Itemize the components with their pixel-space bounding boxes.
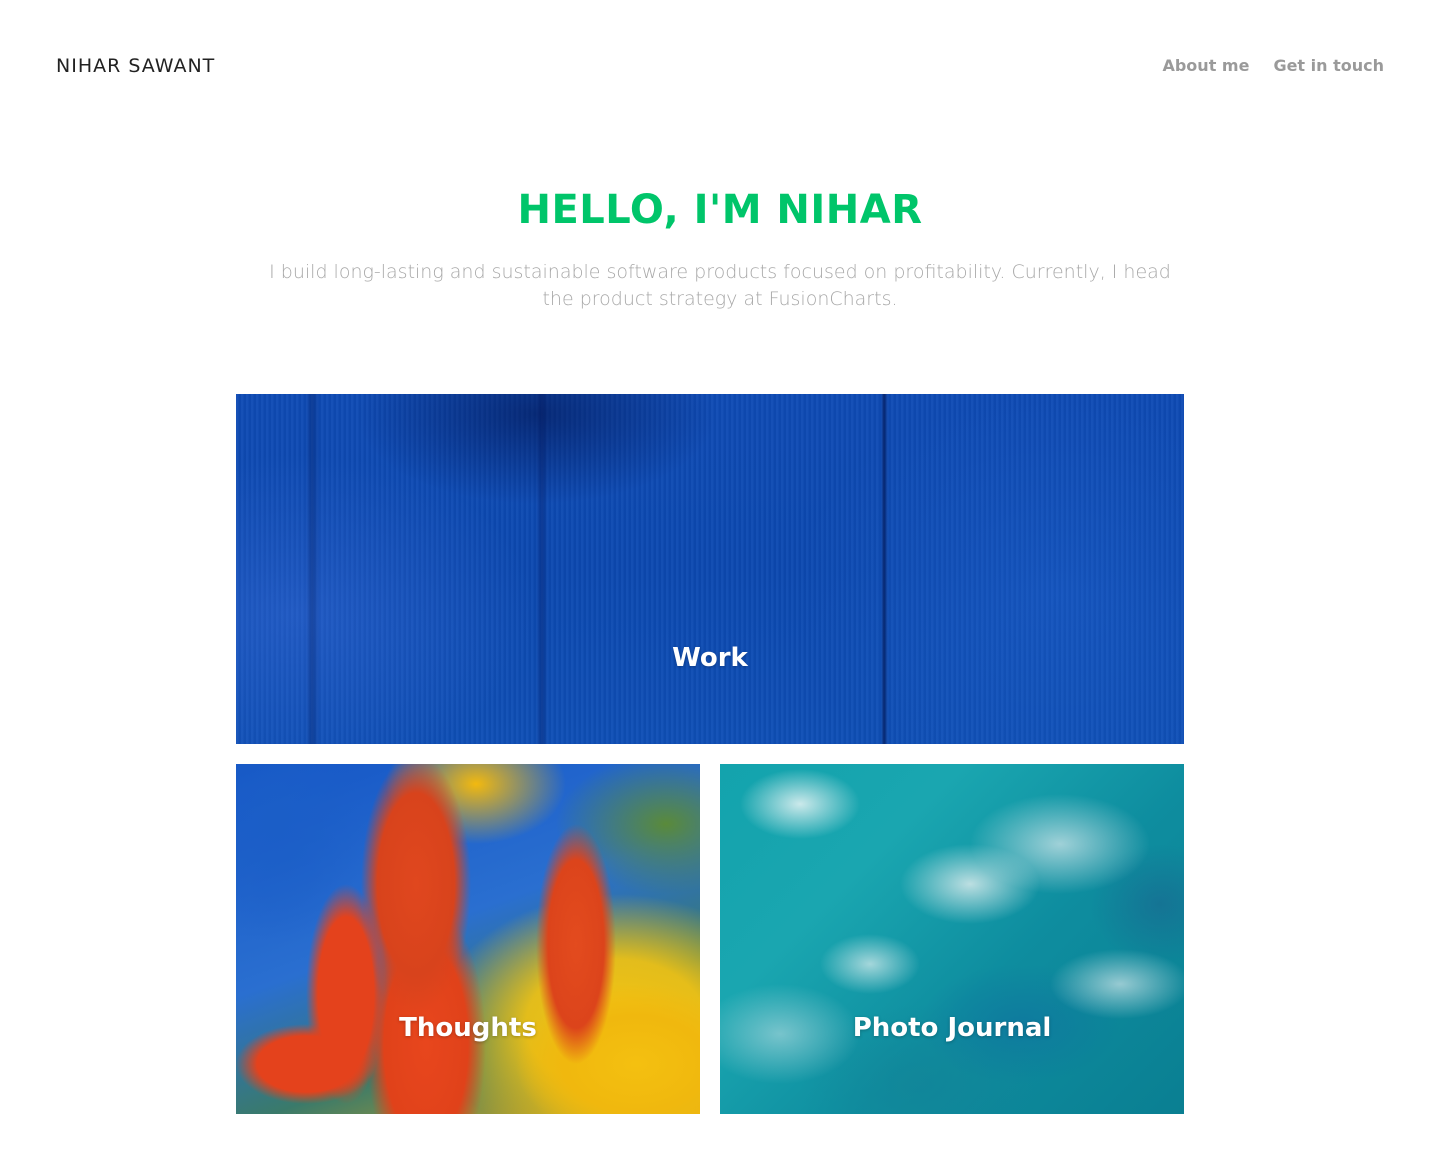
- nav-link-get-in-touch[interactable]: Get in touch: [1273, 56, 1384, 76]
- main-nav: About me Get in touch: [1162, 56, 1384, 76]
- intro-description: I build long-lasting and sustainable sof…: [269, 261, 1171, 310]
- site-header: NIHAR SAWANT About me Get in touch: [0, 0, 1440, 132]
- site-title-link[interactable]: NIHAR SAWANT: [56, 54, 215, 78]
- tile-photo-journal[interactable]: Photo Journal: [720, 764, 1184, 1114]
- nav-link-about-me[interactable]: About me: [1162, 56, 1249, 76]
- intro-heading: HELLO, I'M NIHAR: [517, 187, 923, 233]
- tile-label-photo-journal: Photo Journal: [852, 1013, 1052, 1043]
- tile-label-thoughts: Thoughts: [399, 1013, 537, 1043]
- tile-work[interactable]: Work: [236, 394, 1184, 744]
- tile-thoughts[interactable]: Thoughts: [236, 764, 700, 1114]
- tile-label-work: Work: [672, 643, 748, 673]
